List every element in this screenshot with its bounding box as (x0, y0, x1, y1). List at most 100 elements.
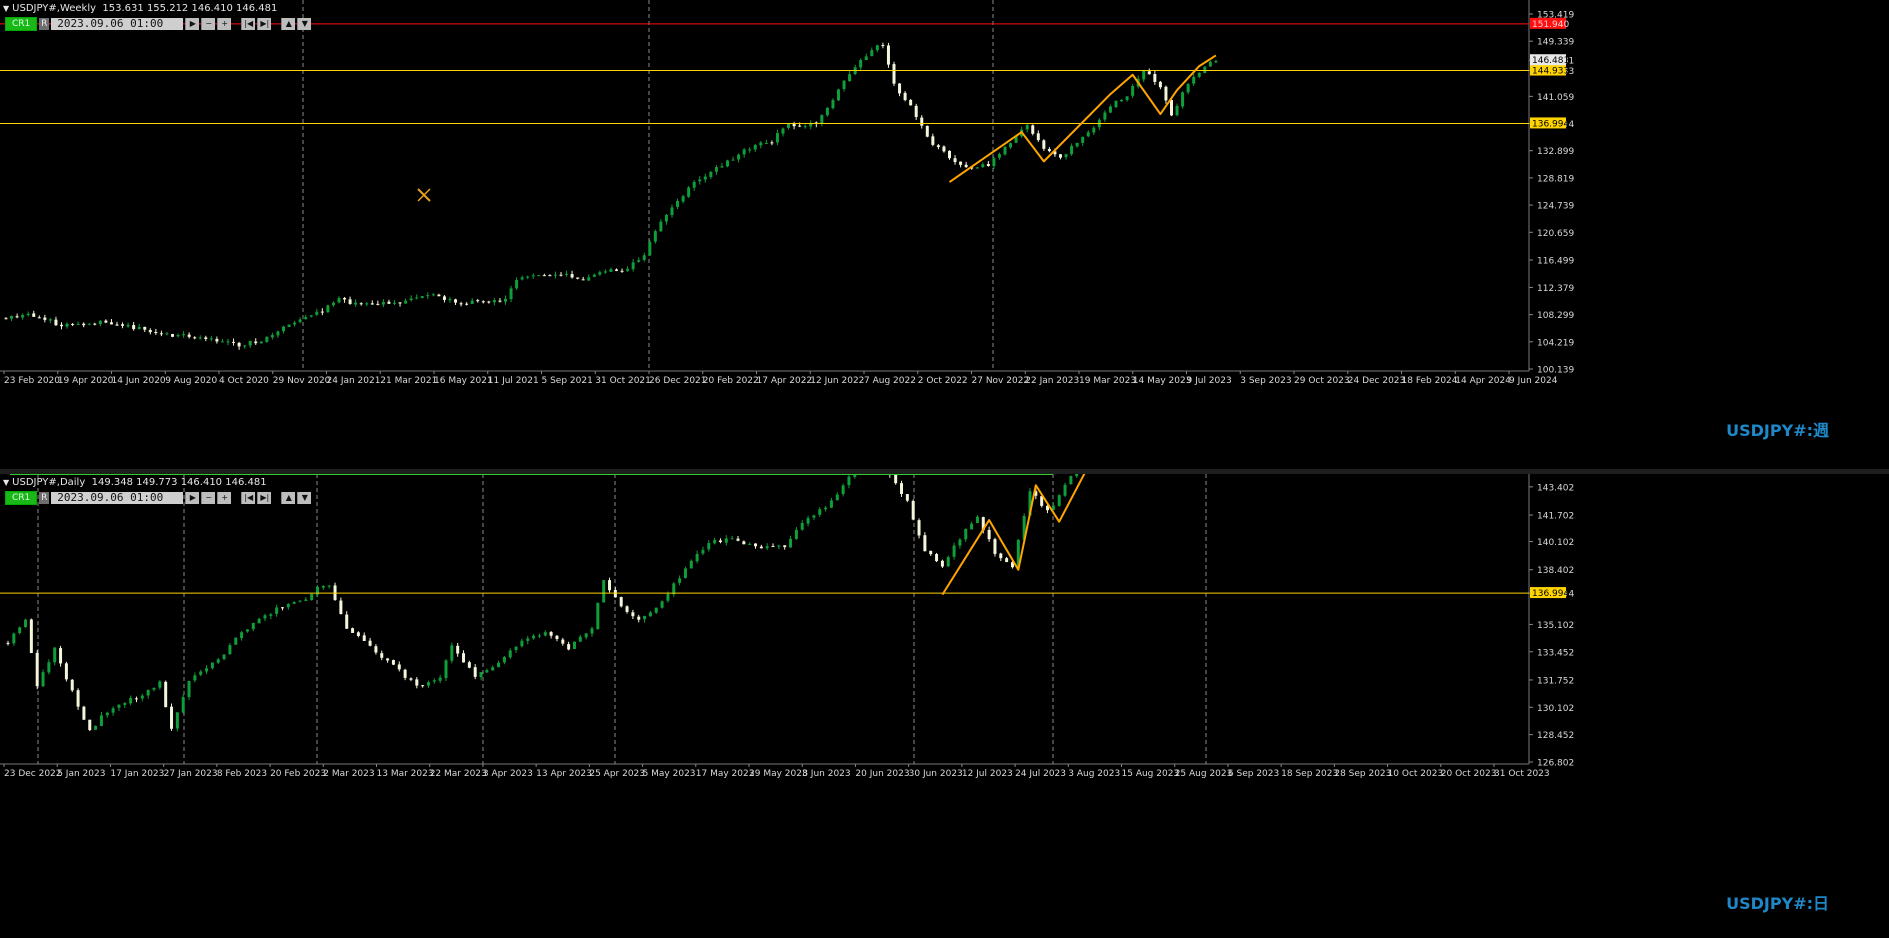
bearish-candle-body (387, 301, 391, 304)
minus-icon[interactable]: − (201, 18, 216, 30)
bullish-candle-body (1114, 100, 1118, 108)
date-input[interactable]: 2023.09.06 01:00 (51, 492, 184, 504)
x-tick-label: 13 Apr 2023 (536, 769, 592, 779)
bullish-candle-body (504, 298, 507, 302)
bearish-candle-body (403, 669, 407, 678)
bullish-candle-body (1025, 125, 1029, 130)
jump-end-icon[interactable]: ▶| (257, 492, 272, 504)
bullish-candle-body (479, 672, 483, 678)
bullish-candle-body (803, 126, 807, 128)
bearish-candle-body (29, 619, 33, 653)
bearish-candle-body (914, 105, 918, 118)
weekly-chart-pane[interactable]: 153.419149.339146.481144.933141.059136.9… (0, 0, 1889, 470)
jump-start-icon[interactable]: |◀ (241, 492, 256, 504)
y-tick-label: 128.819 (1537, 174, 1574, 184)
daily-candlestick-chart[interactable]: 148.402146.510144.933143.402141.702140.1… (0, 474, 1889, 938)
bullish-candle-body (248, 340, 252, 346)
bullish-candle-body (259, 341, 263, 344)
bullish-candle-body (12, 633, 16, 644)
collapse-triangle-icon[interactable]: ▼ (3, 4, 9, 13)
bearish-candle-body (909, 99, 913, 106)
bearish-candle-body (1147, 71, 1151, 75)
date-input[interactable]: 2023.09.06 01:00 (51, 18, 184, 30)
bullish-candle-body (18, 627, 22, 633)
bullish-candle-body (47, 662, 51, 673)
bearish-candle-body (204, 337, 208, 339)
play-icon[interactable]: ▶ (185, 18, 200, 30)
jump-end-icon[interactable]: ▶| (257, 18, 272, 30)
bullish-candle-body (1092, 127, 1096, 133)
x-tick-label: 20 Oct 2023 (1441, 769, 1497, 779)
plus-icon[interactable]: + (217, 18, 232, 30)
bearish-candle-body (637, 616, 641, 620)
bearish-candle-body (925, 125, 929, 137)
x-tick-label: 16 May 2021 (434, 376, 493, 386)
bearish-candle-body (187, 334, 191, 337)
bullish-candle-body (251, 622, 255, 630)
bullish-candle-body (683, 568, 687, 578)
bullish-candle-body (637, 260, 641, 262)
bullish-candle-body (165, 333, 169, 335)
bearish-candle-body (770, 142, 774, 144)
x-tick-label: 17 May 2023 (696, 769, 755, 779)
bullish-candle-body (222, 654, 226, 660)
r-button[interactable]: R (39, 18, 50, 30)
bullish-candle-body (1120, 99, 1124, 102)
bullish-candle-body (176, 335, 180, 337)
zigzag-trend-line (941, 474, 1086, 596)
bullish-candle-body (777, 545, 781, 547)
bearish-candle-body (631, 612, 635, 617)
down-arrow-icon[interactable]: ▼ (297, 492, 312, 504)
x-tick-label: 9 Aug 2020 (165, 376, 217, 386)
x-tick-label: 10 Oct 2023 (1388, 769, 1444, 779)
bearish-candle-body (193, 337, 197, 339)
jump-start-icon[interactable]: |◀ (241, 18, 256, 30)
down-arrow-icon[interactable]: ▼ (297, 18, 312, 30)
bullish-candle-body (678, 578, 682, 583)
cr1-button[interactable]: CR1 (5, 17, 38, 31)
bearish-candle-body (792, 123, 796, 127)
x-tick-label: 5 Jan 2023 (57, 769, 105, 779)
minus-icon[interactable]: − (201, 492, 216, 504)
bullish-candle-body (703, 176, 707, 180)
bearish-candle-body (82, 323, 86, 326)
y-tick-label: 143.402 (1537, 483, 1574, 493)
bullish-candle-body (681, 196, 685, 202)
bearish-candle-body (345, 614, 349, 629)
bearish-candle-body (132, 325, 136, 330)
collapse-triangle-icon[interactable]: ▼ (3, 478, 9, 487)
bullish-candle-body (286, 604, 290, 608)
bearish-candle-body (76, 690, 80, 707)
bearish-candle-body (442, 296, 446, 300)
bullish-candle-body (975, 167, 979, 169)
bearish-candle-body (237, 342, 241, 347)
cr1-button[interactable]: CR1 (5, 491, 38, 505)
bullish-candle-body (847, 476, 851, 486)
x-tick-label: 25 Apr 2023 (589, 769, 645, 779)
plus-icon[interactable]: + (217, 492, 232, 504)
play-icon[interactable]: ▶ (185, 492, 200, 504)
bearish-candle-body (359, 303, 363, 305)
bullish-candle-body (659, 221, 663, 232)
bullish-candle-body (198, 337, 202, 339)
bearish-candle-body (164, 681, 168, 708)
weekly-candlestick-chart[interactable]: 153.419149.339146.481144.933141.059136.9… (0, 0, 1889, 470)
bearish-candle-body (386, 658, 390, 661)
r-button[interactable]: R (39, 492, 50, 504)
bearish-candle-body (783, 545, 787, 548)
bearish-candle-body (1036, 133, 1040, 141)
bearish-candle-body (421, 685, 425, 687)
bullish-candle-body (220, 341, 224, 343)
bullish-candle-body (724, 538, 728, 543)
bullish-candle-body (105, 712, 109, 716)
bearish-candle-body (59, 648, 63, 664)
daily-chart-pane[interactable]: 148.402146.510144.933143.402141.702140.1… (0, 474, 1889, 938)
up-arrow-icon[interactable]: ▲ (281, 18, 296, 30)
bullish-candle-body (1003, 146, 1007, 155)
up-arrow-icon[interactable]: ▲ (281, 492, 296, 504)
bearish-candle-body (986, 164, 990, 167)
bullish-candle-body (187, 680, 191, 698)
bullish-candle-body (1214, 61, 1218, 63)
bullish-candle-body (393, 302, 396, 304)
bullish-candle-body (87, 323, 91, 325)
